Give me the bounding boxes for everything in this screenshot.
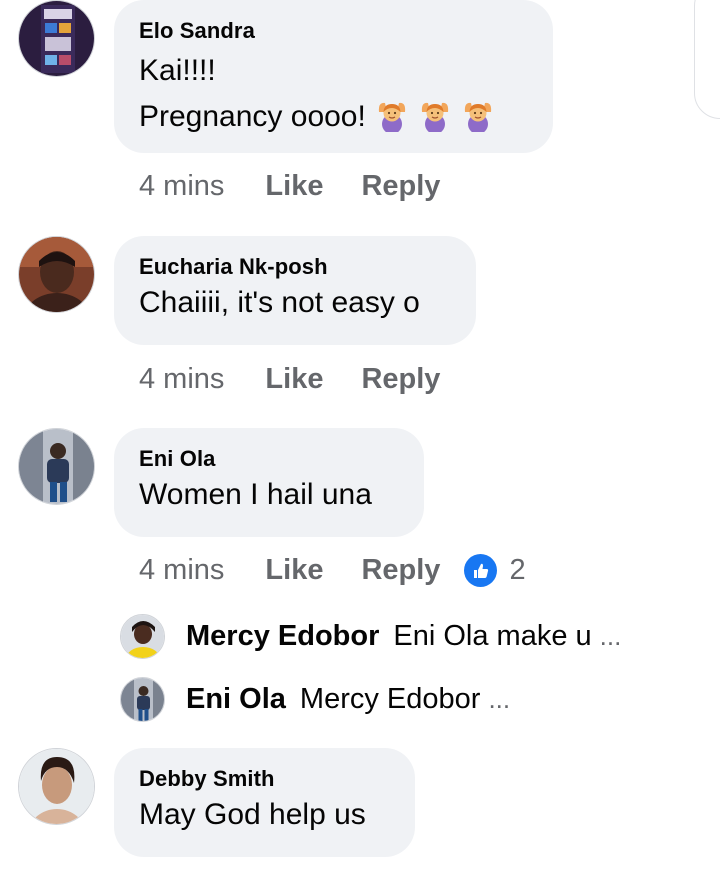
comment-bubble: Eucharia Nk-posh Chaiiii, it's not easy …: [114, 236, 476, 345]
comment-text: May God help us: [139, 798, 366, 831]
thumbs-up-icon: [464, 554, 498, 587]
reply-author[interactable]: Eni Ola: [186, 683, 286, 716]
person-gesturing-ok-emoji: [464, 102, 491, 132]
comment-text-line: Pregnancy oooo!: [139, 94, 527, 140]
avatar[interactable]: [18, 748, 95, 825]
reply-text: Eni Ola make u: [393, 619, 592, 652]
comment-timestamp[interactable]: 4 mins: [139, 554, 224, 587]
comment-bubble: Eni Ola Women I hail una: [114, 428, 424, 537]
avatar[interactable]: [18, 0, 95, 77]
person-gesturing-ok-emoji: [378, 102, 405, 132]
comment-timestamp[interactable]: 4 mins: [139, 363, 224, 396]
comment-bubble: Elo Sandra Kai!!!! Pregnancy oooo!: [114, 0, 553, 153]
avatar[interactable]: [18, 428, 95, 505]
reply-preview[interactable]: Mercy Edobor Eni Ola make u ...: [120, 611, 621, 661]
comment-text: Chaiiii, it's not easy o: [139, 286, 420, 319]
reply-author[interactable]: Mercy Edobor: [186, 620, 379, 653]
comment-actions: 4 mins Like Reply: [139, 170, 440, 203]
reaction-count: 2: [509, 554, 526, 586]
ellipsis: ...: [488, 683, 511, 714]
reply-button[interactable]: Reply: [361, 363, 440, 396]
comment-timestamp[interactable]: 4 mins: [139, 170, 224, 203]
reply-preview[interactable]: Eni Ola Mercy Edobor ...: [120, 674, 510, 724]
reaction-summary[interactable]: 2: [464, 554, 526, 587]
comment-text: Women I hail una: [139, 478, 372, 511]
like-button[interactable]: Like: [265, 170, 323, 203]
comment-author[interactable]: Elo Sandra: [139, 18, 527, 44]
reply-button[interactable]: Reply: [361, 170, 440, 203]
comment-author[interactable]: Eucharia Nk-posh: [139, 254, 450, 280]
comment-text: Kai!!!!: [139, 54, 216, 87]
person-gesturing-ok-emoji: [421, 102, 448, 132]
comment-bubble: Debby Smith May God help us: [114, 748, 415, 857]
comment-author[interactable]: Eni Ola: [139, 446, 398, 472]
avatar[interactable]: [120, 613, 165, 659]
comment-text: Pregnancy oooo!: [139, 100, 366, 133]
like-button[interactable]: Like: [265, 554, 323, 587]
comment-actions: 4 mins Like Reply 2: [139, 554, 526, 587]
reply-text: Mercy Edobor: [299, 682, 481, 715]
comment-author[interactable]: Debby Smith: [139, 766, 389, 792]
like-button[interactable]: Like: [265, 363, 323, 396]
ellipsis: ...: [599, 620, 622, 651]
comment-actions: 4 mins Like Reply: [139, 363, 440, 396]
avatar[interactable]: [18, 236, 95, 313]
reply-button[interactable]: Reply: [361, 554, 440, 587]
avatar[interactable]: [120, 676, 165, 722]
side-panel-edge: [694, 0, 720, 119]
